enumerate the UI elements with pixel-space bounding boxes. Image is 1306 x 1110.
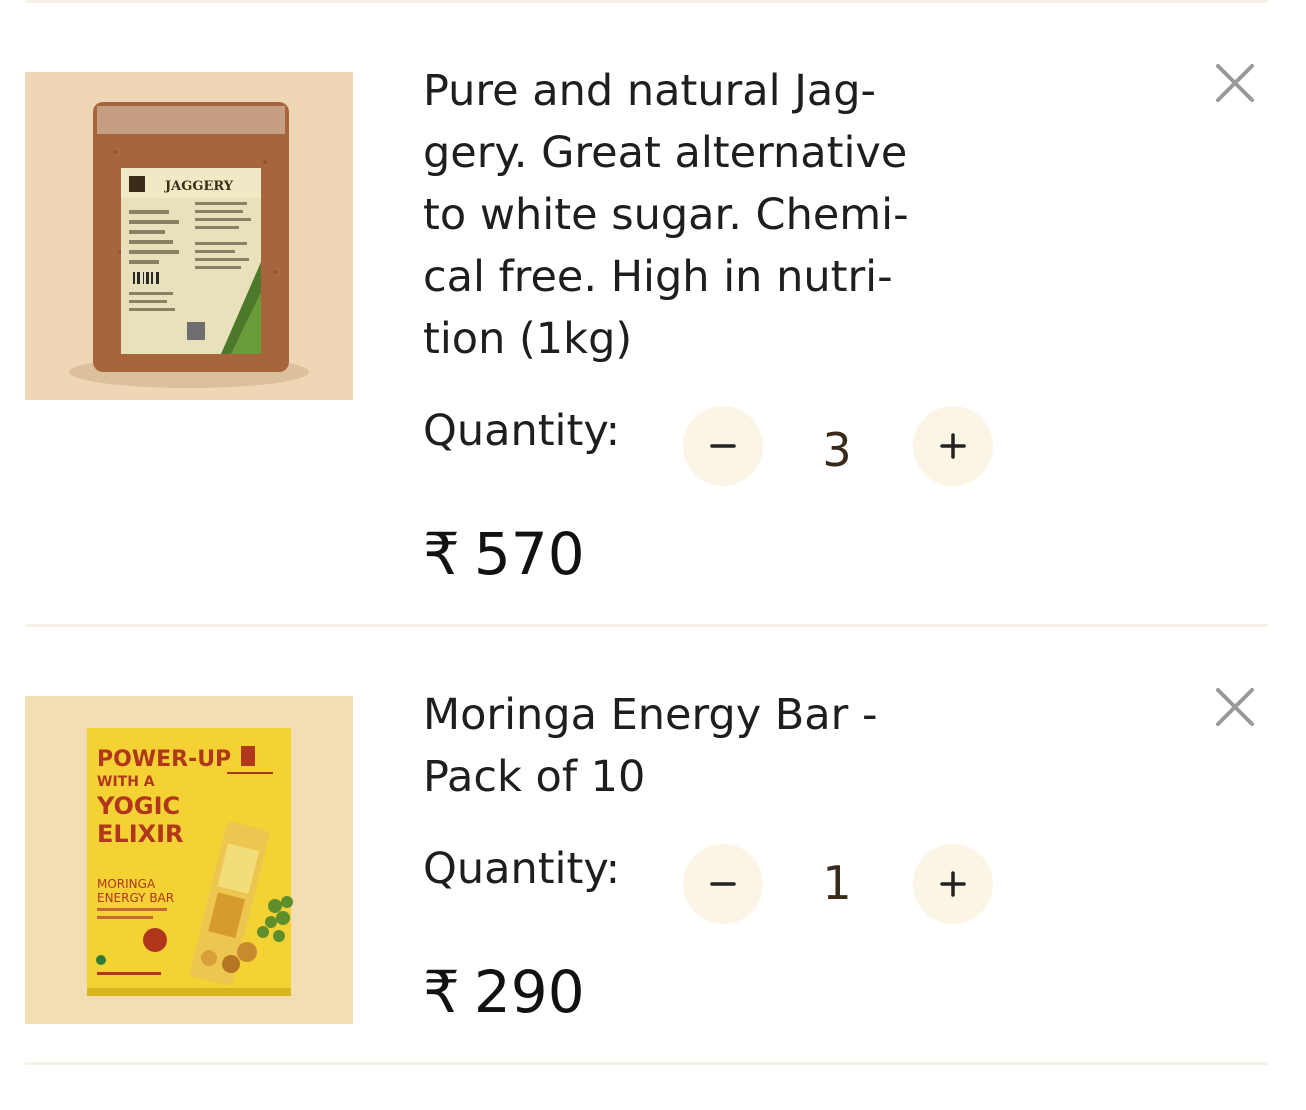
price-value: 570 (473, 520, 585, 588)
product-title[interactable]: Pure and natural Jag- gery. Great altern… (423, 60, 943, 370)
svg-text:ELIXIR: ELIXIR (97, 820, 184, 848)
remove-item-button[interactable] (1212, 684, 1258, 730)
title-line: to white sugar. Chemi- (423, 190, 909, 240)
top-divider (25, 0, 1268, 3)
close-icon (1216, 64, 1254, 102)
cart-item-moringa-bar: POWER-UP WITH A YOGIC ELIXIR MORINGA ENE… (0, 688, 1306, 1056)
minus-icon (710, 882, 736, 886)
quantity-value: 1 (822, 856, 852, 910)
decrement-quantity-button[interactable] (683, 406, 763, 486)
title-line: tion (1kg) (423, 314, 633, 364)
quantity-label: Quantity: (423, 406, 621, 456)
minus-icon (710, 444, 736, 448)
currency-symbol: ₹ (423, 520, 460, 588)
plus-icon (940, 433, 966, 459)
increment-quantity-button[interactable] (913, 406, 993, 486)
svg-text:JAGGERY: JAGGERY (164, 179, 234, 194)
svg-text:WITH A: WITH A (97, 774, 155, 790)
svg-text:ENERGY BAR: ENERGY BAR (97, 891, 174, 905)
price-value: 290 (473, 958, 585, 1026)
item-price: ₹290 (423, 958, 585, 1026)
plus-icon (940, 871, 966, 897)
bottom-divider (25, 1062, 1268, 1065)
decrement-quantity-button[interactable] (683, 844, 763, 924)
increment-quantity-button[interactable] (913, 844, 993, 924)
item-divider (25, 624, 1268, 627)
product-image-moringa-bar[interactable]: POWER-UP WITH A YOGIC ELIXIR MORINGA ENE… (25, 696, 353, 1024)
svg-text:POWER-UP: POWER-UP (97, 747, 231, 772)
item-price: ₹570 (423, 520, 585, 588)
close-icon (1216, 688, 1254, 726)
title-line: Moringa Energy Bar - (423, 690, 878, 740)
title-line: gery. Great alternative (423, 128, 908, 178)
svg-text:YOGIC: YOGIC (96, 792, 180, 820)
product-image-jaggery[interactable]: JAGGERY (25, 72, 353, 400)
cart-item-jaggery: JAGGERY Pure and natural Jag- gery. Grea… (0, 64, 1306, 612)
quantity-label: Quantity: (423, 844, 621, 894)
svg-text:MORINGA: MORINGA (97, 877, 156, 891)
quantity-value: 3 (822, 423, 852, 477)
title-line: Pack of 10 (423, 752, 646, 802)
title-line: cal free. High in nutri- (423, 252, 893, 302)
currency-symbol: ₹ (423, 958, 460, 1026)
title-line: Pure and natural Jag- (423, 66, 877, 116)
product-title[interactable]: Moringa Energy Bar - Pack of 10 (423, 684, 943, 808)
remove-item-button[interactable] (1212, 60, 1258, 106)
